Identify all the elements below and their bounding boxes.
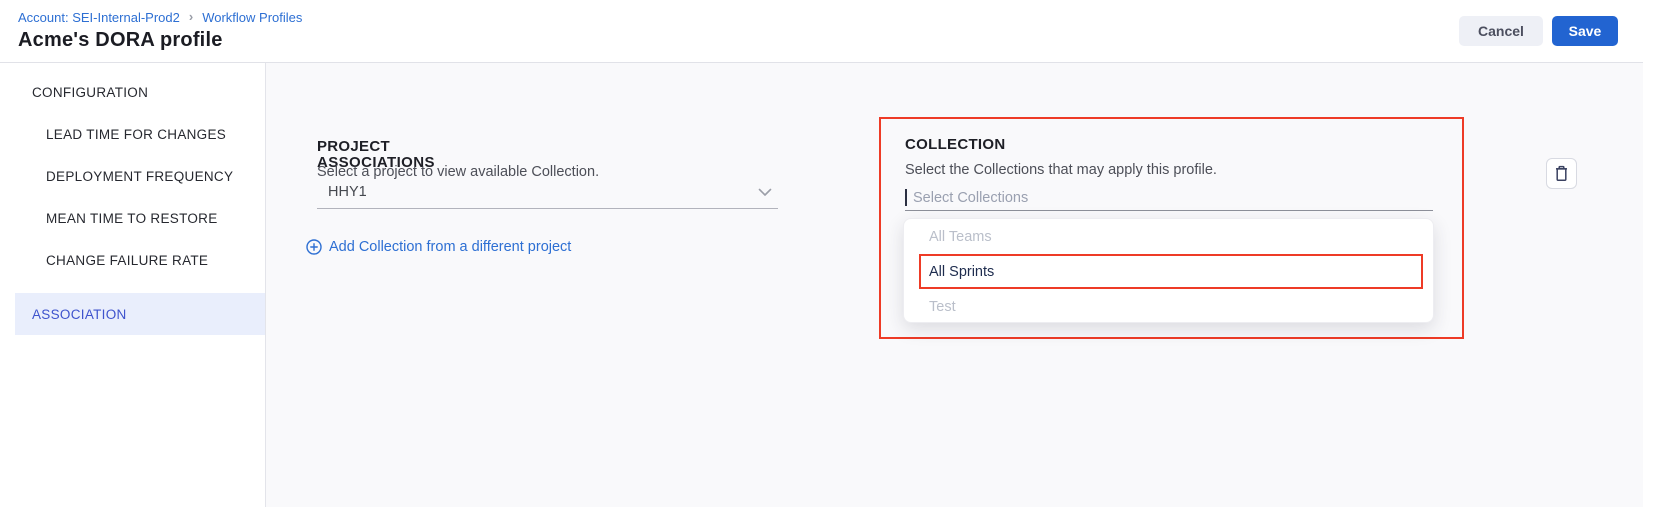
- project-select-value: HHY1: [317, 184, 367, 200]
- project-select[interactable]: HHY1: [317, 176, 778, 209]
- collection-section-annotation-box: COLLECTION Select the Collections that m…: [879, 117, 1464, 339]
- collections-dropdown: All TeamsAll SprintsTest: [903, 218, 1434, 323]
- add-collection-link[interactable]: Add Collection from a different project: [306, 237, 571, 257]
- collection-description: Select the Collections that may apply th…: [905, 162, 1217, 178]
- chevron-down-icon: [758, 188, 772, 197]
- header-actions: Cancel Save: [1459, 16, 1618, 46]
- page: Account: SEI-Internal-Prod2 › Workflow P…: [0, 0, 1678, 507]
- breadcrumb: Account: SEI-Internal-Prod2 › Workflow P…: [18, 10, 302, 25]
- text-cursor-icon: [905, 189, 907, 206]
- dropdown-option-test[interactable]: Test: [904, 289, 1433, 324]
- sidebar-item-change-failure-rate[interactable]: CHANGE FAILURE RATE: [0, 239, 265, 281]
- breadcrumb-chevron-icon: ›: [189, 9, 193, 24]
- add-collection-link-label: Add Collection from a different project: [329, 239, 571, 255]
- app-frame: Account: SEI-Internal-Prod2 › Workflow P…: [0, 0, 1643, 507]
- sidebar-item-lead-time-for-changes[interactable]: LEAD TIME FOR CHANGES: [0, 113, 265, 155]
- dropdown-option-all-sprints[interactable]: All Sprints: [904, 254, 1433, 289]
- trash-icon: [1554, 165, 1569, 182]
- dropdown-option-all-teams[interactable]: All Teams: [904, 219, 1433, 254]
- breadcrumb-account-link[interactable]: Account: SEI-Internal-Prod2: [18, 10, 180, 25]
- plus-circle-icon: [306, 239, 322, 255]
- collections-search-input[interactable]: Select Collections: [905, 185, 1433, 211]
- main-content: ASSOCIATIONS PROJECT Select a project to…: [266, 63, 1643, 507]
- sidebar-item-association[interactable]: ASSOCIATION: [15, 293, 265, 335]
- save-button[interactable]: Save: [1552, 16, 1618, 46]
- sidebar-nav: CONFIGURATIONLEAD TIME FOR CHANGESDEPLOY…: [0, 63, 266, 507]
- project-title: PROJECT: [317, 138, 390, 155]
- sidebar-item-mean-time-to-restore[interactable]: MEAN TIME TO RESTORE: [0, 197, 265, 239]
- delete-association-button[interactable]: [1546, 158, 1577, 189]
- collections-input-placeholder: Select Collections: [913, 190, 1028, 206]
- header: Account: SEI-Internal-Prod2 › Workflow P…: [0, 0, 1643, 63]
- sidebar-item-deployment-frequency[interactable]: DEPLOYMENT FREQUENCY: [0, 155, 265, 197]
- page-title: Acme's DORA profile: [18, 29, 223, 52]
- collection-title: COLLECTION: [905, 136, 1006, 153]
- cancel-button[interactable]: Cancel: [1459, 16, 1543, 46]
- sidebar-item-configuration[interactable]: CONFIGURATION: [0, 71, 265, 113]
- breadcrumb-workflow-profiles-link[interactable]: Workflow Profiles: [202, 10, 302, 25]
